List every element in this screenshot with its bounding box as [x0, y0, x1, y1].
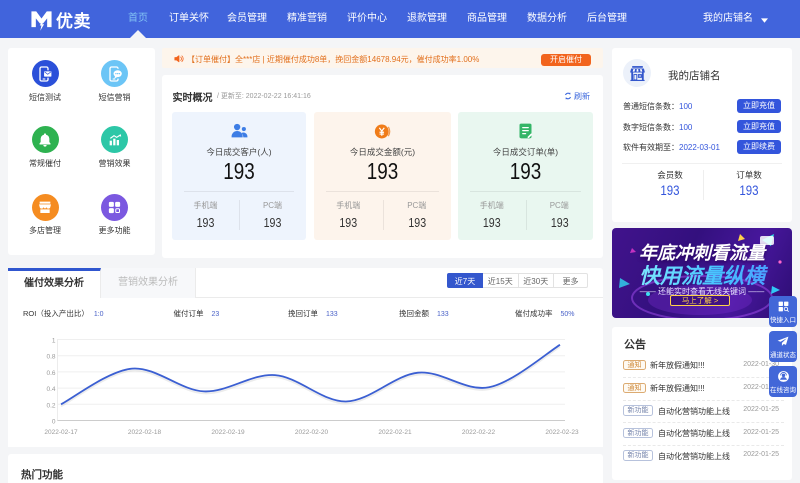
- svg-text:0: 0: [52, 419, 56, 426]
- svg-text:0.8: 0.8: [46, 354, 55, 361]
- svg-text:2022-02-22: 2022-02-22: [462, 429, 496, 436]
- svg-text:2022-02-17: 2022-02-17: [44, 429, 78, 436]
- svg-text:2022-02-21: 2022-02-21: [378, 429, 412, 436]
- svg-text:2022-02-18: 2022-02-18: [128, 429, 162, 436]
- svg-text:0.6: 0.6: [46, 370, 55, 377]
- svg-text:1: 1: [52, 338, 56, 345]
- svg-text:0.2: 0.2: [46, 402, 55, 409]
- svg-text:0.4: 0.4: [46, 386, 55, 393]
- svg-text:2022-02-23: 2022-02-23: [545, 429, 579, 436]
- svg-text:2022-02-20: 2022-02-20: [295, 429, 329, 436]
- svg-text:2022-02-19: 2022-02-19: [211, 429, 245, 436]
